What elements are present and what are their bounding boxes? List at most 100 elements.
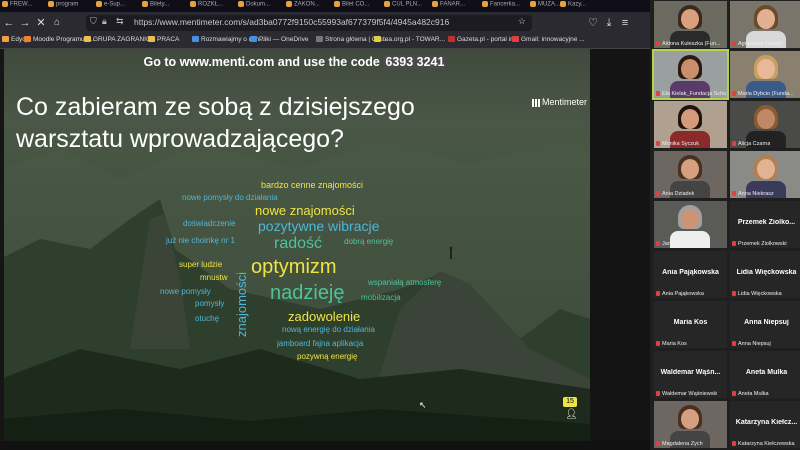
navigation-bar: ← → ✕ ⌂ ⛉ 🔒︎ ⇆ https://www.mentimeter.co… xyxy=(0,12,650,34)
permissions-icon[interactable]: ⇆ xyxy=(116,16,124,27)
browser-tab[interactable]: CUL PLN... xyxy=(384,1,428,11)
participant-name-label: Monika Syczuk xyxy=(656,141,699,147)
word-cloud-word: super ludzie xyxy=(179,260,223,269)
browser-tab[interactable]: ROZKŁ... xyxy=(190,1,234,11)
question-title: Co zabieram ze sobą z dzisiejszego warsz… xyxy=(16,93,415,153)
participant-tile[interactable]: Ania Dziadek xyxy=(654,151,727,198)
bookmark-item[interactable]: Gmail: innowacyjne ... xyxy=(512,36,585,43)
pocket-icon[interactable]: ♡ xyxy=(586,16,600,30)
tab-label: CUL PLN... xyxy=(392,1,423,8)
participant-tile[interactable]: Waldemar Wąśn... Waldemar Wąśniewski xyxy=(654,351,727,398)
participant-name: Ania Pająkowska xyxy=(662,291,704,297)
muted-mic-icon xyxy=(656,341,660,347)
participant-tile[interactable]: Ela Kielak_Fundacja Schu... xyxy=(652,49,729,100)
tab-favicon-icon xyxy=(530,1,536,7)
participant-tile[interactable]: Maria Dybcio (Funda... xyxy=(730,51,800,98)
participant-tile[interactable]: Alicja Czarna xyxy=(730,101,800,148)
back-icon[interactable]: ← xyxy=(2,16,16,30)
participant-display-name: Waldemar Wąśn... xyxy=(660,369,721,376)
participant-name: Aneta Mulka xyxy=(738,391,769,397)
bookmark-folder-icon xyxy=(192,36,199,43)
bookmark-folder-icon xyxy=(250,36,257,43)
browser-tab[interactable]: program xyxy=(48,1,92,11)
browser-tab[interactable]: ZAKOŃ... xyxy=(286,1,330,11)
bookmark-folder-icon xyxy=(448,36,455,43)
home-icon[interactable]: ⌂ xyxy=(50,16,64,30)
browser-tab[interactable]: FANAR... xyxy=(432,1,476,11)
muted-mic-icon xyxy=(732,291,736,297)
bookmarks-bar: Edycja Moodle Programu "... GRUPA ZAGRANIC… xyxy=(0,34,650,49)
bookmark-folder-icon xyxy=(316,36,323,43)
participant-name: Agnieszka Jeromir xyxy=(738,41,784,47)
participant-face xyxy=(681,59,699,79)
participant-name: Przemek Ziolkowski xyxy=(738,241,787,247)
word-cloud-word: wspaniałą atmosferę xyxy=(368,278,442,287)
participant-tile[interactable]: Aneta Mulka Aneta Mulka xyxy=(730,351,800,398)
tab-label: Dokum... xyxy=(246,1,271,8)
muted-mic-icon xyxy=(732,241,736,247)
slide-border-right xyxy=(590,49,650,441)
muted-mic-icon xyxy=(656,391,660,397)
mentimeter-brand: Mentimeter xyxy=(532,97,587,107)
browser-tab[interactable]: Bilety... xyxy=(142,1,186,11)
extensions-icon[interactable]: ≡ xyxy=(618,16,632,30)
bookmark-item[interactable]: tea.org.pl - TOWAR... xyxy=(374,36,445,43)
tab-favicon-icon xyxy=(432,1,438,7)
participant-name-label: Lidia Więckowska xyxy=(732,291,782,297)
browser-tab[interactable]: Fancerka... xyxy=(482,1,526,11)
word-cloud-word: zadowolenie xyxy=(288,309,361,324)
participant-tile[interactable]: Przemek Ziolko... Przemek Ziolkowski xyxy=(730,201,800,248)
bookmark-item[interactable]: Pliki — OneDrive xyxy=(250,36,308,43)
word-cloud-vertical-word: znajomości xyxy=(234,271,249,337)
close-icon[interactable]: ✕ xyxy=(34,16,48,30)
participant-tile[interactable]: Anna Niepsuj Anna Niepsuj xyxy=(730,301,800,348)
muted-mic-icon xyxy=(732,391,736,397)
forward-icon[interactable]: → xyxy=(18,16,32,30)
browser-window: FREW... program e-Sup... Bilety... ROZKŁ... D… xyxy=(0,0,650,450)
participant-name-label: Agnieszka Jeromir xyxy=(732,41,783,47)
browser-tab[interactable]: FREW... xyxy=(2,1,46,11)
bookmark-item[interactable]: Gazeta.pl - portal in... xyxy=(448,36,519,43)
participant-name: Ela Kielak_Fundacja Schu... xyxy=(662,91,726,97)
browser-tab[interactable]: e-Sup... xyxy=(96,1,140,11)
browser-tab[interactable]: Dokum... xyxy=(238,1,282,11)
tab-favicon-icon xyxy=(238,1,244,7)
participant-tile[interactable]: Maria Kos Maria Kos xyxy=(654,301,727,348)
muted-mic-icon xyxy=(732,191,736,197)
participant-display-name: Maria Kos xyxy=(673,319,708,326)
participant-tile[interactable]: Anna Niekrasz xyxy=(730,151,800,198)
participant-name-label: Maria Kos xyxy=(656,341,687,347)
participant-name-label: Aldona Kuleszka (Fun... xyxy=(656,41,720,47)
word-cloud-word: już nie choinkę nr 1 xyxy=(166,236,235,245)
download-icon[interactable]: ⤓ xyxy=(602,16,616,30)
participant-name-label: Ania Dziadek xyxy=(656,191,694,197)
bookmark-label: GRUPA ZAGRANICA xyxy=(93,36,156,43)
tab-label: Fancerka... xyxy=(490,1,521,8)
address-bar[interactable]: ⛉ 🔒︎ ⇆ https://www.mentimeter.com/s/ad3b… xyxy=(86,15,532,31)
participant-tile[interactable]: Magdalena Zych xyxy=(654,401,727,448)
tab-favicon-icon xyxy=(482,1,488,7)
browser-tab[interactable]: Bilet CO... xyxy=(334,1,378,11)
participant-name: Waldemar Wąśniewski xyxy=(662,391,718,397)
bookmark-label: Pliki — OneDrive xyxy=(259,36,309,43)
muted-mic-icon xyxy=(656,291,660,297)
participant-tile[interactable]: Aldona Kuleszka (Fun... xyxy=(654,1,727,48)
bookmark-star-icon[interactable]: ☆ xyxy=(518,16,526,27)
participant-name: Maria Kos xyxy=(662,341,687,347)
browser-tab[interactable]: Kazy... xyxy=(560,1,604,11)
bookmark-item[interactable]: PRACA xyxy=(148,36,179,43)
word-cloud-word: pomysły xyxy=(195,299,225,308)
participant-tile[interactable]: Jan Stawicki xyxy=(654,201,727,248)
participant-tile[interactable]: Lidia Więckowska Lidia Więckowska xyxy=(730,251,800,298)
bookmark-folder-icon xyxy=(374,36,381,43)
participant-tile[interactable]: Ania Pająkowska Ania Pająkowska xyxy=(654,251,727,298)
participant-tile[interactable]: Katarzyna Kiełcz... Katarzyna Kiełczewska xyxy=(730,401,800,448)
participant-tile[interactable]: Monika Syczuk xyxy=(654,101,727,148)
participant-name: Anna Niekrasz xyxy=(738,191,774,197)
lock-icon[interactable]: 🔒︎ xyxy=(102,16,107,27)
participant-tile[interactable]: Agnieszka Jeromir xyxy=(730,1,800,48)
join-text: Go to www.menti.com and use the code xyxy=(143,55,380,69)
bookmark-item[interactable]: GRUPA ZAGRANICA xyxy=(84,36,155,43)
shield-icon[interactable]: ⛉ xyxy=(90,16,97,27)
word-cloud-word: radość xyxy=(274,235,323,252)
